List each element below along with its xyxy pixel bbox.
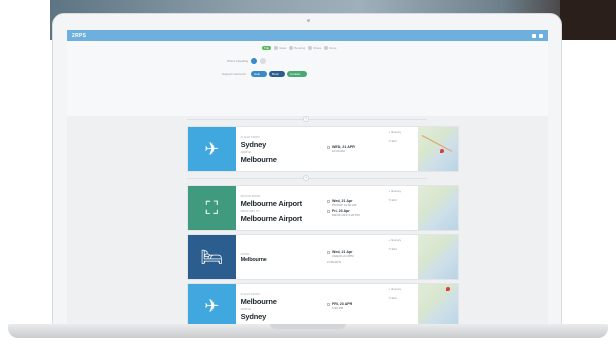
- support-label: Support centre for: [222, 72, 247, 76]
- to-label: ARRIVE: [240, 149, 252, 154]
- camera-dot: [307, 19, 310, 22]
- to-place: Sydney: [240, 311, 267, 321]
- trip-hero: Trip Ideas Booking Share Done Who's trav…: [67, 41, 548, 116]
- calendar-icon: [327, 210, 330, 213]
- time: PICKUP 11:00 AM: [332, 203, 357, 207]
- from-label: FLIGHT FROM: [240, 291, 260, 296]
- to-place: Melbourne: [240, 154, 277, 164]
- itinerary-card-flight-return[interactable]: ✈ FLIGHT FROM Melbourne ARRIVE Sydney FR…: [187, 283, 459, 326]
- time: 10:20 AM: [332, 149, 345, 153]
- calendar-icon: [327, 200, 330, 203]
- itinerary-card-flight[interactable]: ✈ FLIGHT FROM Sydney ARRIVE Melbourne WE…: [187, 126, 459, 172]
- step-ideas[interactable]: Ideas: [274, 46, 286, 50]
- marketing-scene: 2RPS Trip Ideas Booking Share Done Who's…: [0, 0, 616, 345]
- travellers-row: Who's travelling: [227, 58, 267, 64]
- itinerary-card-car[interactable]: ⛶ PICKUP FROM Melbourne Airport DROP OFF…: [187, 185, 459, 231]
- progress-steps: Trip Ideas Booking Share Done: [262, 46, 336, 50]
- calendar-icon: [327, 251, 330, 254]
- to-label: DROP OFF TO: [240, 208, 260, 213]
- from-label: PICKUP FROM: [240, 193, 260, 198]
- laptop-base: [8, 324, 608, 338]
- from-label: FLIGHT FROM: [240, 134, 260, 139]
- step-trip[interactable]: Trip: [262, 46, 272, 50]
- add-item-button[interactable]: +: [303, 175, 309, 181]
- itinerary-link[interactable]: + Itinerary: [389, 238, 417, 242]
- edit-link[interactable]: ✎ Edit: [389, 247, 417, 251]
- traveller-avatar[interactable]: [251, 58, 258, 64]
- route-map[interactable]: [418, 284, 459, 326]
- support-row: Support centre for Help Book Contact: [222, 71, 308, 77]
- add-item-button[interactable]: +: [303, 116, 309, 122]
- support-chip-book[interactable]: Book: [269, 71, 286, 77]
- map-pin-icon: [446, 287, 451, 291]
- from-place: Melbourne: [240, 296, 277, 306]
- step-booking[interactable]: Booking: [289, 46, 305, 50]
- laptop-lid: 2RPS Trip Ideas Booking Share Done Who's…: [52, 13, 562, 331]
- itinerary-link[interactable]: + Itinerary: [389, 130, 417, 134]
- nights: 2 NIGHTS: [327, 260, 341, 264]
- route-map[interactable]: [418, 186, 459, 230]
- to-place: Melbourne Airport: [240, 213, 303, 223]
- itinerary-card-hotel[interactable]: 🛏 HOTEL Melbourne Wed, 21 Apr CHECK-IN 2P…: [187, 234, 459, 280]
- calendar-icon: [327, 303, 330, 306]
- laptop-screen: 2RPS Trip Ideas Booking Share Done Who's…: [67, 30, 548, 326]
- settings-icon[interactable]: [532, 33, 536, 38]
- time: CHECK-IN 2PM: [332, 254, 354, 258]
- support-chip-help[interactable]: Help: [251, 71, 268, 77]
- to-label: ARRIVE: [240, 306, 252, 311]
- edit-link[interactable]: ✎ Edit: [389, 296, 417, 300]
- bed-icon: 🛏: [188, 235, 236, 279]
- route-map[interactable]: [418, 127, 459, 171]
- plane-icon: ✈: [188, 127, 236, 171]
- itinerary-link[interactable]: + Itinerary: [389, 189, 417, 193]
- from-place: Melbourne Airport: [240, 198, 303, 208]
- edit-link[interactable]: ✎ Edit: [389, 198, 417, 202]
- add-traveller-button[interactable]: [260, 58, 267, 64]
- map-pin-icon: [440, 149, 445, 153]
- user-icon[interactable]: [539, 33, 543, 38]
- app-topbar: 2RPS: [67, 30, 548, 41]
- app-brand[interactable]: 2RPS: [72, 33, 86, 39]
- step-share[interactable]: Share: [308, 46, 321, 50]
- plane-icon: ✈: [188, 284, 236, 326]
- from-place: Sydney: [240, 139, 267, 149]
- time: DROP-OFF 2:20 PM: [332, 213, 360, 217]
- edit-link[interactable]: ✎ Edit: [389, 139, 417, 143]
- support-chip-contact[interactable]: Contact: [287, 71, 308, 77]
- hotel-place: Melbourne: [240, 256, 267, 263]
- time: 5:30 PM: [332, 306, 344, 310]
- calendar-icon: [327, 146, 330, 149]
- travellers-label: Who's travelling: [227, 59, 249, 63]
- route-map[interactable]: [418, 235, 459, 279]
- itinerary-link[interactable]: + Itinerary: [389, 287, 417, 291]
- itinerary-list: + ✈ FLIGHT FROM Sydney ARRIVE Melbourne …: [67, 116, 548, 326]
- from-label: HOTEL: [240, 251, 250, 256]
- car-rental-icon: ⛶: [188, 186, 236, 230]
- step-done[interactable]: Done: [324, 46, 336, 50]
